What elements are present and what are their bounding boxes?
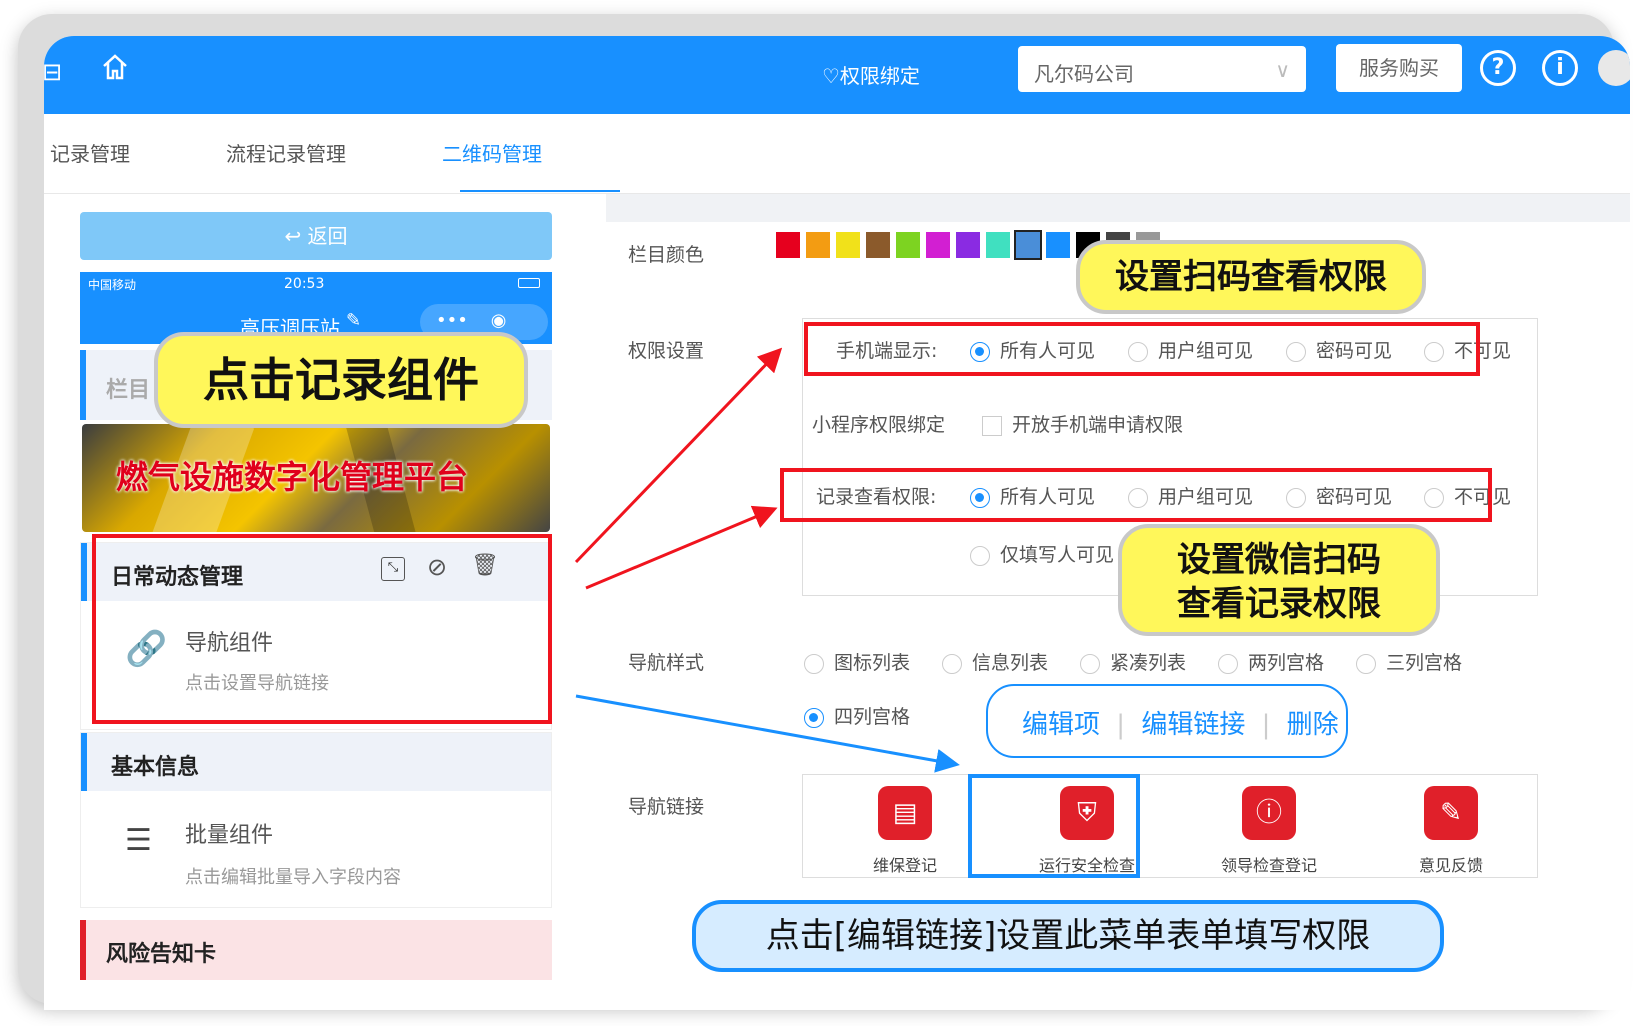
arrow-to-mobile-display [574,347,783,564]
wechat-permission-callout: 设置微信扫码 查看记录权限 [1118,524,1440,636]
device-frame: ⊟ ♡权限绑定 凡尔码公司 ∨ 服务购买 ? i 记录管理 流程记录管理 二维码… [18,14,1630,1010]
click-record-callout: 点击记录组件 [154,332,528,428]
callout-line-2: 查看记录权限 [1177,584,1381,624]
edit-link-callout: 点击[编辑链接]设置此菜单表单填写权限 [692,900,1444,972]
app-screen: ⊟ ♡权限绑定 凡尔码公司 ∨ 服务购买 ? i 记录管理 流程记录管理 二维码… [44,36,1630,1010]
scan-permission-callout: 设置扫码查看权限 [1076,240,1426,314]
callout-line-1: 设置微信扫码 [1177,540,1381,580]
arrow-to-nav-item [575,694,960,773]
annotation-arrows [574,347,960,773]
